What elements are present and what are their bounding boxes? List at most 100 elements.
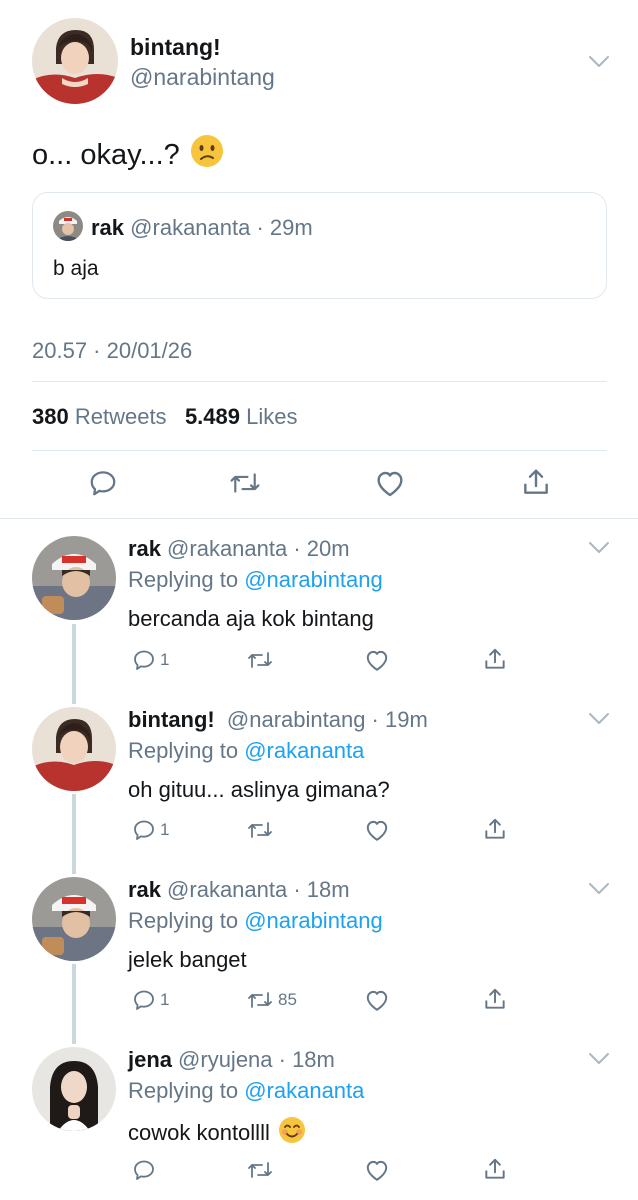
retweet-button[interactable]: 85 [246, 988, 297, 1012]
reply-author-handle-time[interactable]: @rakananta · 18m [167, 877, 350, 902]
like-button[interactable] [374, 468, 406, 498]
reply-author-name[interactable]: jena [128, 1047, 172, 1072]
retweet-button[interactable] [228, 468, 262, 498]
heart-icon [366, 820, 388, 841]
reply-author-name[interactable]: rak [128, 536, 161, 561]
mention-link[interactable]: @rakananta [244, 1078, 364, 1103]
like-button[interactable] [364, 648, 390, 672]
divider [32, 381, 607, 382]
reply-text: bercanda aja kok bintang [128, 606, 374, 631]
mention-link[interactable]: @rakananta [244, 738, 364, 763]
retweet-count: 85 [278, 990, 297, 1009]
reply-count: 1 [160, 990, 170, 1009]
likes-label[interactable]: Likes [246, 404, 297, 429]
author-name[interactable]: bintang! [130, 34, 221, 61]
replying-to: Replying to @narabintang [128, 908, 383, 934]
share-icon [485, 988, 505, 1009]
like-button[interactable] [364, 1158, 390, 1182]
quote-avatar-rak [53, 211, 83, 241]
mention-link[interactable]: @narabintang [244, 567, 383, 592]
share-button[interactable] [482, 986, 508, 1012]
reply-header: rak @rakananta · 18m [128, 877, 350, 903]
reply-author-handle-time[interactable]: @narabintang · 19m [227, 707, 428, 732]
quote-author-handle-time: @rakananta · 29m [130, 215, 313, 240]
share-icon [485, 1158, 505, 1179]
replying-to-label: Replying to [128, 1078, 239, 1103]
smiling-face-icon [278, 1116, 306, 1150]
avatar-rak[interactable] [32, 877, 116, 961]
replying-to: Replying to @narabintang [128, 567, 383, 593]
retweets-label[interactable]: Retweets [75, 404, 167, 429]
reply-text: cowok kontollll [128, 1120, 270, 1145]
reply-text-row: bercanda aja kok bintang [128, 606, 374, 632]
reply-button[interactable]: 1 [132, 988, 169, 1012]
reply-icon [134, 820, 154, 840]
share-button[interactable] [482, 646, 508, 672]
heart-icon [366, 650, 388, 671]
like-button[interactable] [364, 988, 390, 1012]
reply-button[interactable]: 1 [132, 818, 169, 842]
share-icon [485, 648, 505, 669]
quote-header: rak @rakananta · 29m [91, 215, 313, 241]
reply-text: oh gituu... aslinya gimana? [128, 777, 390, 802]
retweet-icon [248, 822, 272, 838]
quoted-tweet[interactable]: rak @rakananta · 29m b aja [32, 192, 607, 299]
heart-icon [377, 471, 403, 497]
heart-icon [366, 1160, 388, 1181]
tweet-stats: 380 Retweets 5.489 Likes [32, 404, 297, 430]
replying-to: Replying to @rakananta [128, 1078, 364, 1104]
thread-line [72, 964, 76, 1044]
more-options-chevron-icon[interactable] [588, 55, 610, 69]
retweet-icon [230, 473, 260, 493]
share-icon [485, 818, 505, 839]
avatar-jena[interactable] [32, 1047, 116, 1131]
more-options-chevron-icon[interactable] [588, 882, 610, 896]
reply-icon [134, 1160, 154, 1180]
reply-text-row: cowok kontollll [128, 1116, 306, 1150]
share-button[interactable] [482, 816, 508, 842]
retweet-count[interactable]: 380 [32, 404, 69, 429]
reply-icon [90, 471, 116, 496]
reply-button[interactable]: 1 [132, 648, 169, 672]
reply-author-handle-time[interactable]: @ryujena · 18m [178, 1047, 335, 1072]
divider [0, 518, 638, 519]
retweet-button[interactable] [246, 1158, 278, 1182]
more-options-chevron-icon[interactable] [588, 1052, 610, 1066]
reply-count: 1 [160, 650, 170, 669]
author-handle[interactable]: @narabintang [130, 64, 275, 91]
more-options-chevron-icon[interactable] [588, 541, 610, 555]
retweet-icon [248, 992, 272, 1008]
tweet-text-row: o... okay...? [32, 134, 224, 176]
replying-to: Replying to @rakananta [128, 738, 364, 764]
like-count[interactable]: 5.489 [185, 404, 240, 429]
reply-header: bintang! @narabintang · 19m [128, 707, 428, 733]
retweet-icon [248, 1162, 272, 1178]
reply-header: rak @rakananta · 20m [128, 536, 350, 562]
mention-link[interactable]: @narabintang [244, 908, 383, 933]
reply-button[interactable] [132, 1158, 160, 1182]
avatar-bintang[interactable] [32, 18, 118, 104]
reply-icon [134, 990, 154, 1010]
reply-text: jelek banget [128, 947, 247, 972]
share-icon [524, 469, 548, 494]
replying-to-label: Replying to [128, 567, 239, 592]
reply-button[interactable] [88, 468, 118, 498]
share-button[interactable] [482, 1156, 508, 1182]
avatar-bintang[interactable] [32, 707, 116, 791]
quote-text: b aja [53, 257, 99, 280]
tweet-timestamp: 20.57 · 20/01/26 [32, 338, 193, 363]
retweet-icon [248, 652, 272, 668]
reply-text-row: oh gituu... aslinya gimana? [128, 777, 390, 803]
reply-header: jena @ryujena · 18m [128, 1047, 335, 1073]
retweet-button[interactable] [246, 648, 278, 672]
reply-author-handle-time[interactable]: @rakananta · 20m [167, 536, 350, 561]
share-button[interactable] [520, 466, 552, 498]
retweet-button[interactable] [246, 818, 278, 842]
avatar-rak[interactable] [32, 536, 116, 620]
reply-author-name[interactable]: rak [128, 877, 161, 902]
like-button[interactable] [364, 818, 390, 842]
more-options-chevron-icon[interactable] [588, 712, 610, 726]
replying-to-label: Replying to [128, 908, 239, 933]
reply-author-name[interactable]: bintang! [128, 707, 215, 732]
divider [32, 450, 607, 451]
